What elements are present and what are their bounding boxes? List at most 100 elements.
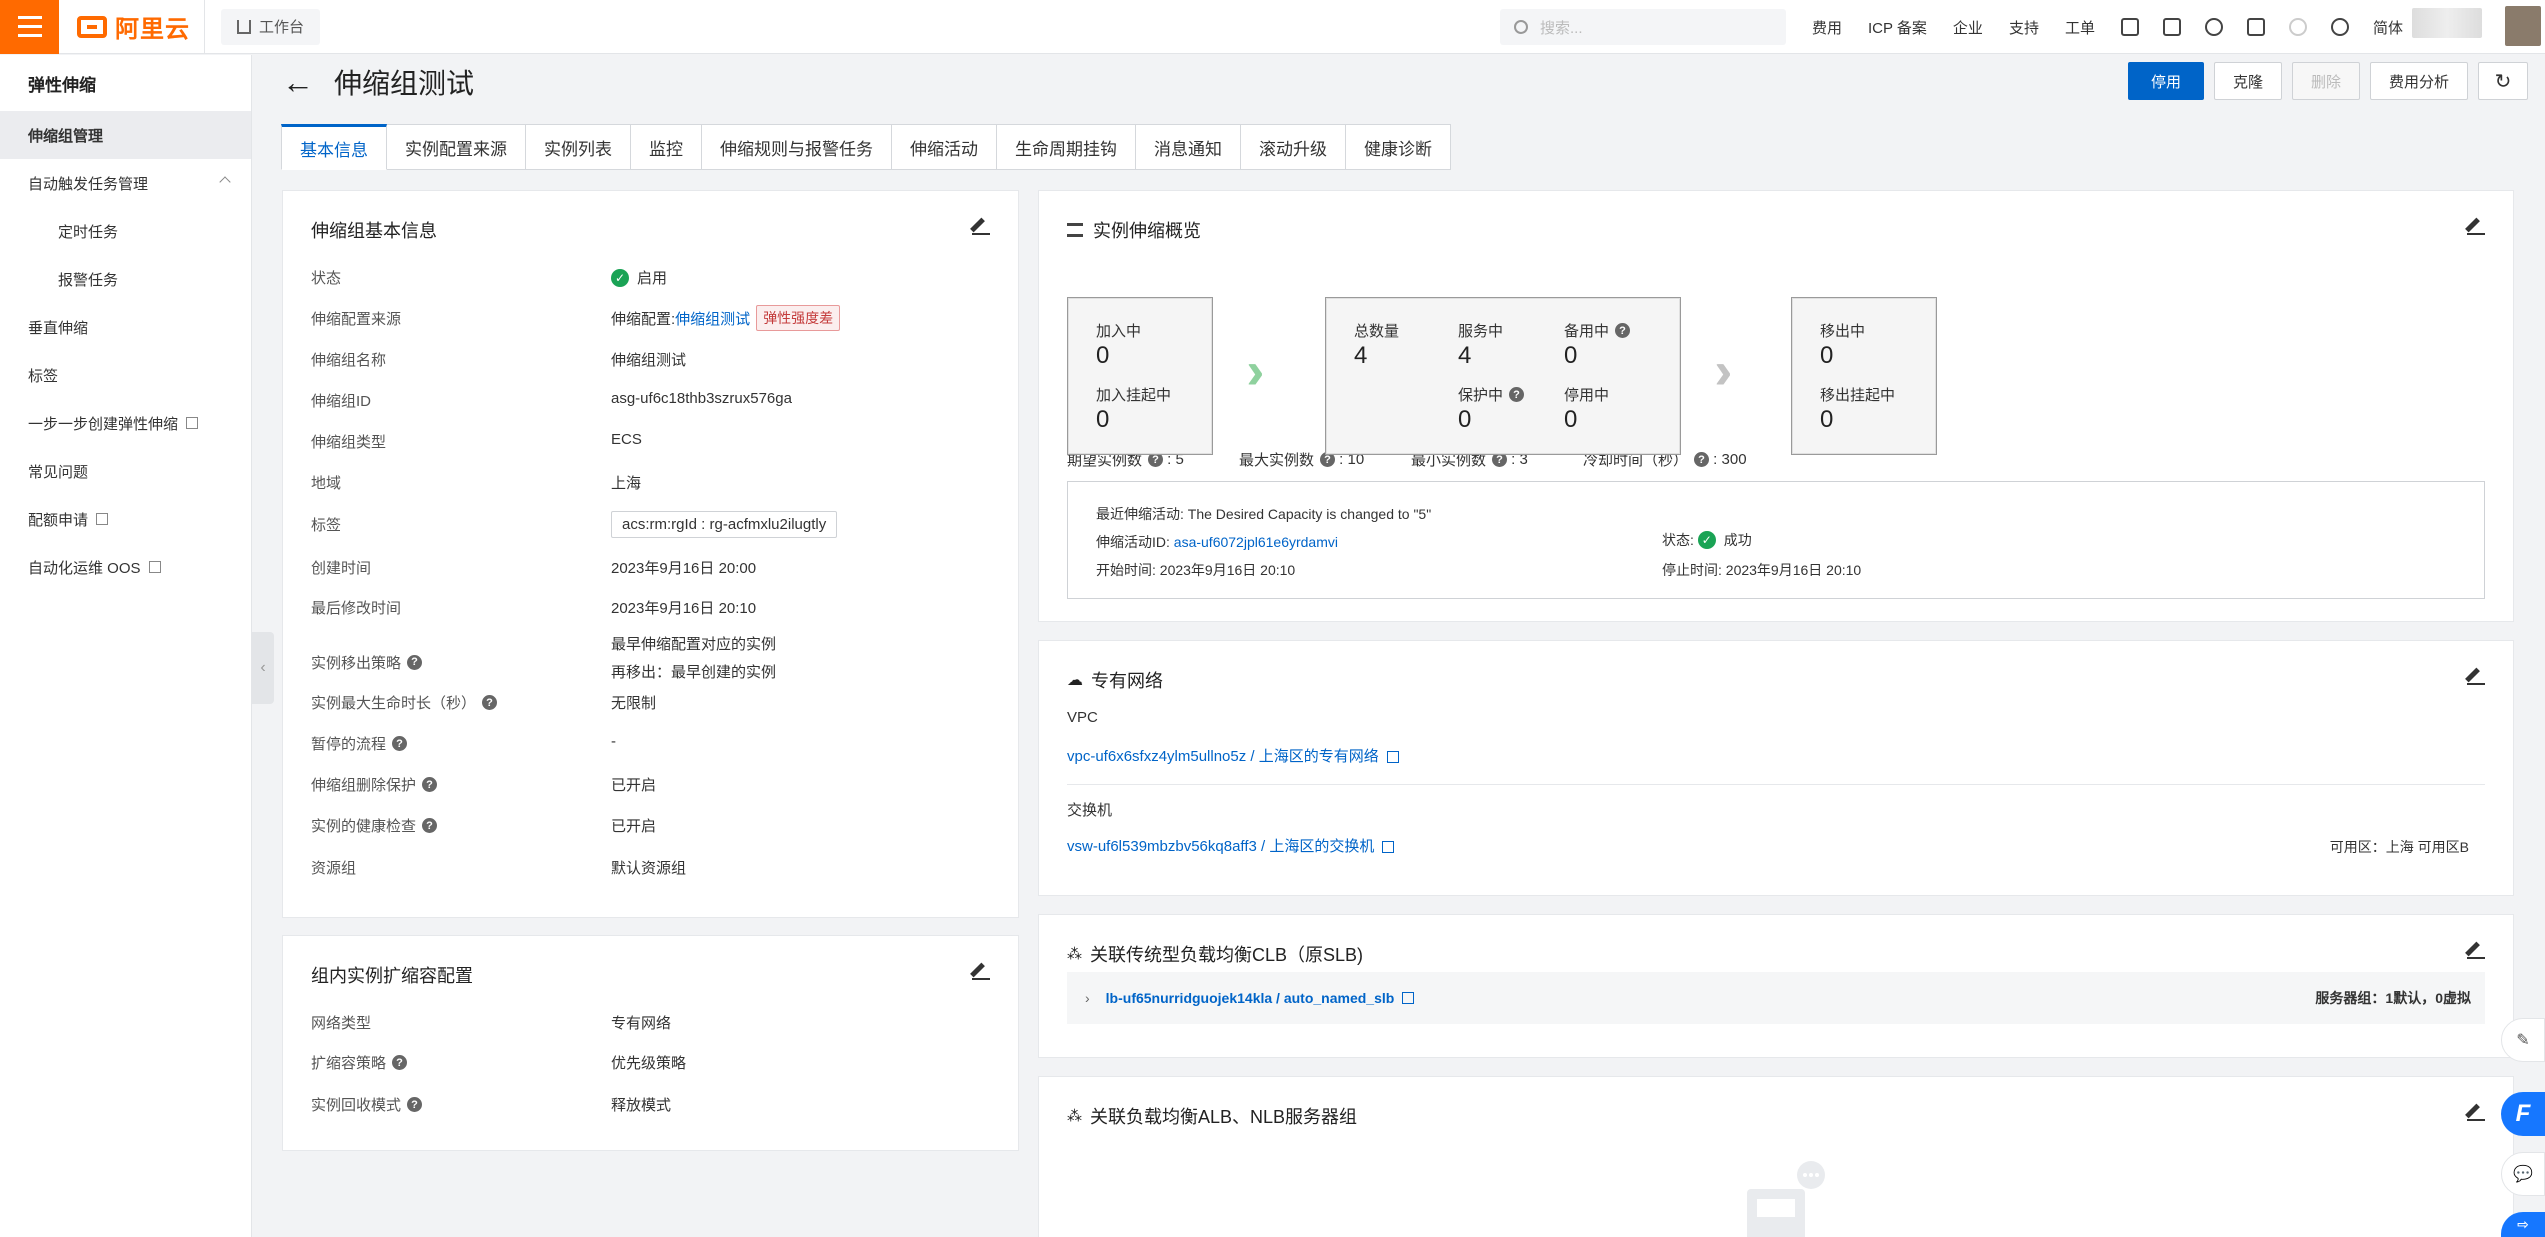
chat-icon[interactable]: 💬	[2501, 1152, 2545, 1196]
external-link-icon[interactable]	[1402, 992, 1415, 1004]
help-icon[interactable]: ?	[1509, 387, 1525, 402]
field-label: 伸缩组ID	[311, 393, 372, 410]
joining-count[interactable]: 0	[1096, 342, 1109, 370]
search-input[interactable]: 搜索...	[1500, 9, 1786, 45]
sidebar-item-tags[interactable]: 标签	[0, 351, 251, 399]
vpc-link[interactable]: vpc-uf6x6sfxz4ylm5ullno5z / 上海区的专有网络	[1067, 745, 1399, 766]
language-switch[interactable]: 简体	[2373, 17, 2403, 38]
bell-icon[interactable]	[2204, 18, 2223, 36]
sidebar-item-quota[interactable]: 配额申请	[0, 495, 251, 543]
total-count[interactable]: 4	[1354, 342, 1367, 370]
nav-ticket[interactable]: 工单	[2065, 17, 2095, 38]
tab-health-diagnosis[interactable]: 健康诊断	[1346, 124, 1451, 170]
chevron-right-icon[interactable]: ›	[1085, 990, 1090, 1006]
clb-link[interactable]: lb-uf65nurridguojek14kla / auto_named_sl…	[1106, 990, 1395, 1006]
tab-instance-list[interactable]: 实例列表	[526, 124, 631, 170]
help-icon[interactable]: ?	[407, 654, 423, 670]
bulb-icon[interactable]	[2288, 18, 2307, 36]
refresh-icon[interactable]: ↻	[2478, 62, 2528, 100]
cart-icon[interactable]	[2246, 18, 2265, 36]
config-source-link[interactable]: 伸缩组测试	[675, 308, 750, 329]
tag-chip[interactable]: acs:rm:rgId : rg-acfmxlu2ilugtly	[611, 511, 838, 538]
field-label: 网络类型	[311, 1015, 372, 1032]
standby-count[interactable]: 0	[1564, 342, 1577, 370]
recycle-mode-value: 释放模式	[611, 1097, 672, 1114]
terminal-icon[interactable]	[2162, 18, 2181, 36]
clone-button[interactable]: 克隆	[2213, 62, 2282, 100]
tab-monitoring[interactable]: 监控	[631, 124, 702, 170]
edit-icon[interactable]	[972, 217, 990, 235]
field-label: 最后修改时间	[311, 600, 402, 617]
sidebar-item-wizard[interactable]: 一步一步创建弹性伸缩	[0, 399, 251, 447]
field-label: 伸缩组类型	[311, 434, 387, 451]
help-icon[interactable]: ?	[482, 695, 498, 710]
hamburger-menu-icon[interactable]	[0, 0, 59, 54]
edit-icon[interactable]	[2467, 667, 2485, 685]
edit-icon[interactable]	[2467, 941, 2485, 959]
tab-instance-config[interactable]: 实例配置来源	[387, 124, 526, 170]
activity-id-link[interactable]: asa-uf6072jpl61e6yrdamvi	[1174, 534, 1338, 550]
edit-icon[interactable]	[972, 962, 990, 980]
back-arrow-icon[interactable]: ←	[282, 66, 314, 98]
field-label: 实例最大生命时长（秒）	[311, 695, 477, 712]
sidebar-item-alarm-tasks[interactable]: 报警任务	[0, 255, 251, 303]
sidebar-item-scheduled-tasks[interactable]: 定时任务	[0, 207, 251, 255]
help-icon[interactable]: ?	[422, 777, 438, 792]
field-label: 暂停的流程	[311, 736, 387, 753]
help-icon[interactable]: ?	[407, 1097, 423, 1112]
group-id-value: asg-uf6c18thb3szrux576ga	[611, 390, 792, 407]
sidebar-collapse-handle[interactable]: ‹	[252, 632, 274, 704]
avatar[interactable]	[2505, 6, 2541, 46]
feedback-edit-icon[interactable]: ✎	[2501, 1018, 2545, 1062]
tab-lifecycle-hooks[interactable]: 生命周期挂钩	[997, 124, 1136, 170]
delete-button[interactable]: 删除	[2291, 62, 2360, 100]
status-value: 启用	[637, 270, 668, 287]
total-label: 总数量	[1354, 323, 1400, 340]
help-icon[interactable]: ?	[392, 1055, 408, 1070]
help-icon[interactable]	[2330, 18, 2349, 36]
removing-pending-count[interactable]: 0	[1820, 406, 1833, 434]
sidebar-item-label: 报警任务	[58, 271, 119, 289]
vpc-label: VPC	[1067, 709, 1098, 726]
vswitch-link[interactable]: vsw-uf6l539mbzbv56kq8aff3 / 上海区的交换机	[1067, 835, 1395, 856]
help-icon[interactable]: ?	[422, 818, 438, 833]
nav-enterprise[interactable]: 企业	[1953, 17, 1983, 38]
suspended-process-value: -	[611, 733, 616, 750]
help-icon[interactable]: ?	[392, 736, 408, 751]
tab-basic-info[interactable]: 基本信息	[281, 124, 387, 170]
disable-button[interactable]: 停用	[2127, 62, 2204, 100]
clb-row[interactable]: › lb-uf65nurridguojek14kla / auto_named_…	[1067, 972, 2485, 1024]
tab-activities[interactable]: 伸缩活动	[892, 124, 997, 170]
edit-icon[interactable]	[2467, 217, 2485, 235]
edit-icon[interactable]	[2467, 1103, 2485, 1121]
help-icon[interactable]: ?	[1694, 452, 1710, 467]
stopped-count[interactable]: 0	[1564, 406, 1577, 434]
code-icon[interactable]	[2120, 18, 2139, 36]
nav-icp[interactable]: ICP 备案	[1868, 17, 1927, 38]
cost-analysis-button[interactable]: 费用分析	[2369, 62, 2468, 100]
sidebar-item-auto-tasks[interactable]: 自动触发任务管理	[0, 159, 251, 207]
card-title: 关联传统型负载均衡CLB（原SLB)	[1090, 945, 1364, 965]
workbench-button[interactable]: 工作台	[221, 8, 321, 45]
group-type-value: ECS	[611, 431, 642, 448]
help-icon[interactable]: ?	[1615, 323, 1631, 338]
sidebar-item-faq[interactable]: 常见问题	[0, 447, 251, 495]
sidebar-item-scaling-groups[interactable]: 伸缩组管理	[0, 111, 251, 159]
removal-policy-value: 最早伸缩配置对应的实例	[611, 636, 777, 653]
stat-label: 最大实例数	[1239, 452, 1315, 469]
nav-cost[interactable]: 费用	[1812, 17, 1842, 38]
joining-pending-count[interactable]: 0	[1096, 406, 1109, 434]
protected-count[interactable]: 0	[1458, 406, 1471, 434]
tab-notifications[interactable]: 消息通知	[1136, 124, 1241, 170]
sidebar-item-vertical-scaling[interactable]: 垂直伸缩	[0, 303, 251, 351]
field-label: 实例回收模式	[311, 1097, 402, 1114]
tab-rules-alarms[interactable]: 伸缩规则与报警任务	[702, 124, 892, 170]
assistant-icon[interactable]: F	[2501, 1092, 2545, 1136]
tab-rolling-update[interactable]: 滚动升级	[1241, 124, 1346, 170]
brand-logo[interactable]: 阿里云	[77, 9, 190, 44]
nav-support[interactable]: 支持	[2009, 17, 2039, 38]
account-name[interactable]	[2412, 8, 2482, 38]
removing-count[interactable]: 0	[1820, 342, 1833, 370]
serving-count[interactable]: 4	[1458, 342, 1471, 370]
sidebar-item-oos[interactable]: 自动化运维 OOS	[0, 543, 251, 591]
